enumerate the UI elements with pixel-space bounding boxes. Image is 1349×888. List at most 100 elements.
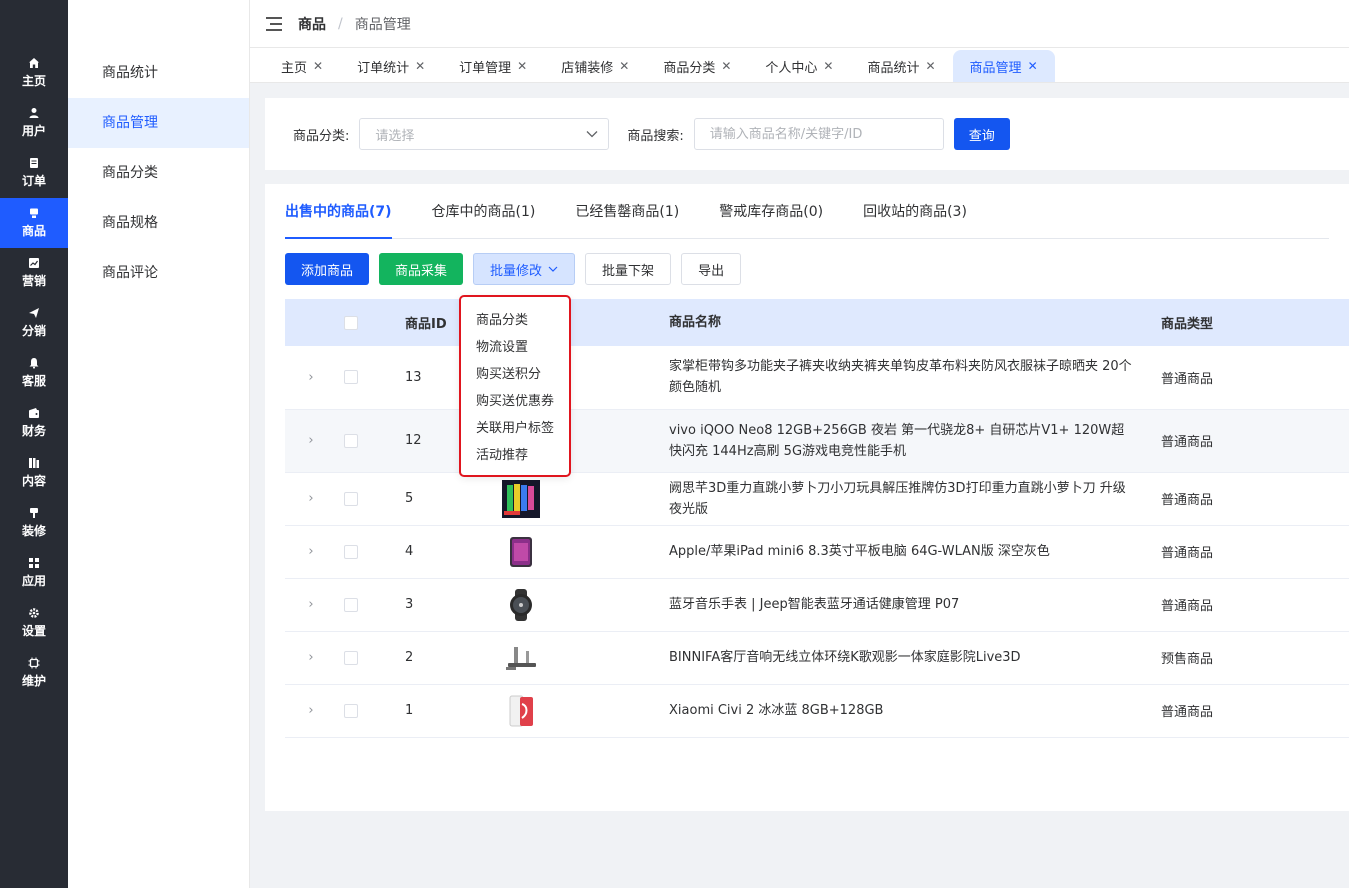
nav-order[interactable]: 订单 (0, 148, 68, 198)
expand-row-icon[interactable]: › (285, 578, 337, 632)
goods-thumbnail[interactable] (502, 586, 540, 624)
tab-order-stats[interactable]: 订单统计 ✕ (340, 50, 442, 82)
export-button[interactable]: 导出 (681, 253, 742, 285)
column-header-name: 商品名称 (669, 299, 1161, 346)
nav-maintain[interactable]: 维护 (0, 648, 68, 698)
table-row[interactable]: › 12 vivo iQOO Neo8 12GB+256GB 夜岩 第一代骁龙8… (285, 409, 1349, 473)
nav-goods[interactable]: 商品 (0, 198, 68, 248)
goods-name: 阙思芊3D重力直跳小萝卜刀小刀玩具解压推牌仿3D打印重力直跳小萝卜刀 升级夜光版 (669, 472, 1161, 526)
submenu-goods-review[interactable]: 商品评论 (68, 248, 249, 298)
goods-thumbnail[interactable] (502, 692, 540, 730)
status-tab-warehouse[interactable]: 仓库中的商品(1) (432, 183, 536, 238)
goods-submenu: 商品统计 商品管理 商品分类 商品规格 商品评论 (68, 0, 250, 888)
row-checkbox[interactable] (344, 433, 358, 448)
close-icon[interactable]: ✕ (721, 59, 731, 73)
row-checkbox[interactable] (344, 544, 358, 559)
dropdown-item-coupon[interactable]: 购买送优惠券 (461, 388, 569, 415)
tab-goods-manage[interactable]: 商品管理 ✕ (952, 50, 1055, 82)
nav-content[interactable]: 内容 (0, 448, 68, 498)
expand-row-icon[interactable]: › (285, 472, 337, 526)
table-row[interactable]: › 4 Apple/苹果iPad mini6 8.3英寸平板电脑 64G-WLA… (285, 525, 1349, 579)
nav-home[interactable]: 主页 (0, 48, 68, 98)
row-checkbox[interactable] (344, 370, 358, 385)
menu-toggle-icon[interactable] (266, 16, 282, 31)
tab-profile[interactable]: 个人中心 ✕ (748, 50, 850, 82)
nav-distribution[interactable]: 分销 (0, 298, 68, 348)
status-tab-recycle[interactable]: 回收站的商品(3) (863, 183, 967, 238)
select-all-checkbox[interactable] (344, 315, 358, 330)
dropdown-item-points[interactable]: 购买送积分 (461, 361, 569, 388)
nav-marketing[interactable]: 营销 (0, 248, 68, 298)
nav-decoration[interactable]: 装修 (0, 498, 68, 548)
submenu-goods-stats[interactable]: 商品统计 (68, 48, 249, 98)
status-tab-on-sale[interactable]: 出售中的商品(7) (285, 183, 392, 239)
breadcrumb-root[interactable]: 商品 (298, 14, 326, 34)
nav-settings[interactable]: 设置 (0, 598, 68, 648)
row-checkbox[interactable] (344, 703, 358, 718)
expand-row-icon[interactable]: › (285, 409, 337, 473)
goods-type: 预售商品 (1161, 631, 1349, 685)
status-tabs: 出售中的商品(7) 仓库中的商品(1) 已经售罄商品(1) 警戒库存商品(0) … (285, 184, 1329, 239)
order-icon (28, 157, 40, 169)
expand-row-icon[interactable]: › (285, 631, 337, 685)
row-checkbox[interactable] (344, 650, 358, 665)
goods-thumbnail[interactable] (502, 533, 540, 571)
grid-icon (28, 557, 40, 569)
add-goods-button[interactable]: 添加商品 (285, 253, 370, 285)
batch-edit-button[interactable]: 批量修改 (473, 253, 576, 285)
nav-user[interactable]: 用户 (0, 98, 68, 148)
submenu-goods-manage[interactable]: 商品管理 (68, 98, 249, 148)
goods-search-input[interactable] (693, 118, 944, 150)
dropdown-item-category[interactable]: 商品分类 (461, 307, 569, 334)
close-icon[interactable]: ✕ (925, 59, 935, 73)
tab-home[interactable]: 主页 ✕ (264, 50, 340, 82)
close-icon[interactable]: ✕ (517, 59, 527, 73)
goods-id: 5 (405, 472, 484, 526)
goods-id: 1 (405, 684, 484, 738)
dropdown-item-promotion[interactable]: 活动推荐 (461, 442, 569, 469)
goods-type: 普通商品 (1161, 346, 1349, 410)
table-row[interactable]: › 5 阙思芊3D重力直跳小萝卜刀小刀玩具解压推牌仿3D打印重力直跳小萝卜刀 升… (285, 472, 1349, 526)
goods-name: 蓝牙音乐手表 | Jeep智能表蓝牙通话健康管理 P07 (669, 578, 1161, 632)
close-icon[interactable]: ✕ (1028, 59, 1038, 73)
tab-goods-category[interactable]: 商品分类 ✕ (646, 50, 748, 82)
tab-order-manage[interactable]: 订单管理 ✕ (442, 50, 544, 82)
nav-finance[interactable]: 财务 (0, 398, 68, 448)
tab-goods-stats[interactable]: 商品统计 ✕ (850, 50, 952, 82)
category-select[interactable]: 请选择 (359, 118, 610, 150)
close-icon[interactable]: ✕ (619, 59, 629, 73)
home-icon (28, 57, 40, 69)
table-row[interactable]: › 3 蓝牙音乐手表 | Jeep智能表蓝牙通话健康管理 P07 普通商品 (285, 578, 1349, 632)
nav-apps[interactable]: 应用 (0, 548, 68, 598)
category-select-placeholder: 请选择 (375, 128, 415, 144)
goods-thumbnail[interactable] (502, 639, 540, 677)
nav-service[interactable]: 客服 (0, 348, 68, 398)
table-row[interactable]: › 13 家掌柜带钩多功能夹子裤夹收纳夹裤夹单钩皮革布料夹防风衣服袜子晾晒夹 2… (285, 346, 1349, 410)
query-button[interactable]: 查询 (953, 118, 1010, 150)
table-row[interactable]: › 2 BINNIFA客厅音响无线立体环绕K歌观影一体家庭影院Live3D 预售… (285, 631, 1349, 685)
expand-row-icon[interactable]: › (285, 684, 337, 738)
expand-row-icon[interactable]: › (285, 525, 337, 579)
dropdown-item-logistics[interactable]: 物流设置 (461, 334, 569, 361)
row-checkbox[interactable] (344, 491, 358, 506)
breadcrumb-separator: / (338, 15, 343, 32)
close-icon[interactable]: ✕ (313, 59, 323, 73)
filter-panel: 商品分类: 请选择 商品搜索: 查询 (265, 98, 1349, 170)
dropdown-item-user-tag[interactable]: 关联用户标签 (461, 415, 569, 442)
submenu-goods-category[interactable]: 商品分类 (68, 148, 249, 198)
goods-type: 普通商品 (1161, 525, 1349, 579)
batch-off-shelf-button[interactable]: 批量下架 (585, 253, 672, 285)
goods-type: 普通商品 (1161, 578, 1349, 632)
goods-thumbnail[interactable] (502, 479, 540, 518)
collect-goods-button[interactable]: 商品采集 (379, 253, 464, 285)
submenu-goods-spec[interactable]: 商品规格 (68, 198, 249, 248)
chart-icon (28, 257, 40, 269)
close-icon[interactable]: ✕ (415, 59, 425, 73)
table-row[interactable]: › 1 Xiaomi Civi 2 冰冰蓝 8GB+128GB 普通商品 (285, 684, 1349, 738)
row-checkbox[interactable] (344, 597, 358, 612)
close-icon[interactable]: ✕ (823, 59, 833, 73)
tab-shop-decoration[interactable]: 店铺装修 ✕ (544, 50, 646, 82)
status-tab-sold-out[interactable]: 已经售罄商品(1) (575, 183, 679, 238)
status-tab-low-stock[interactable]: 警戒库存商品(0) (719, 183, 823, 238)
expand-row-icon[interactable]: › (285, 346, 337, 410)
